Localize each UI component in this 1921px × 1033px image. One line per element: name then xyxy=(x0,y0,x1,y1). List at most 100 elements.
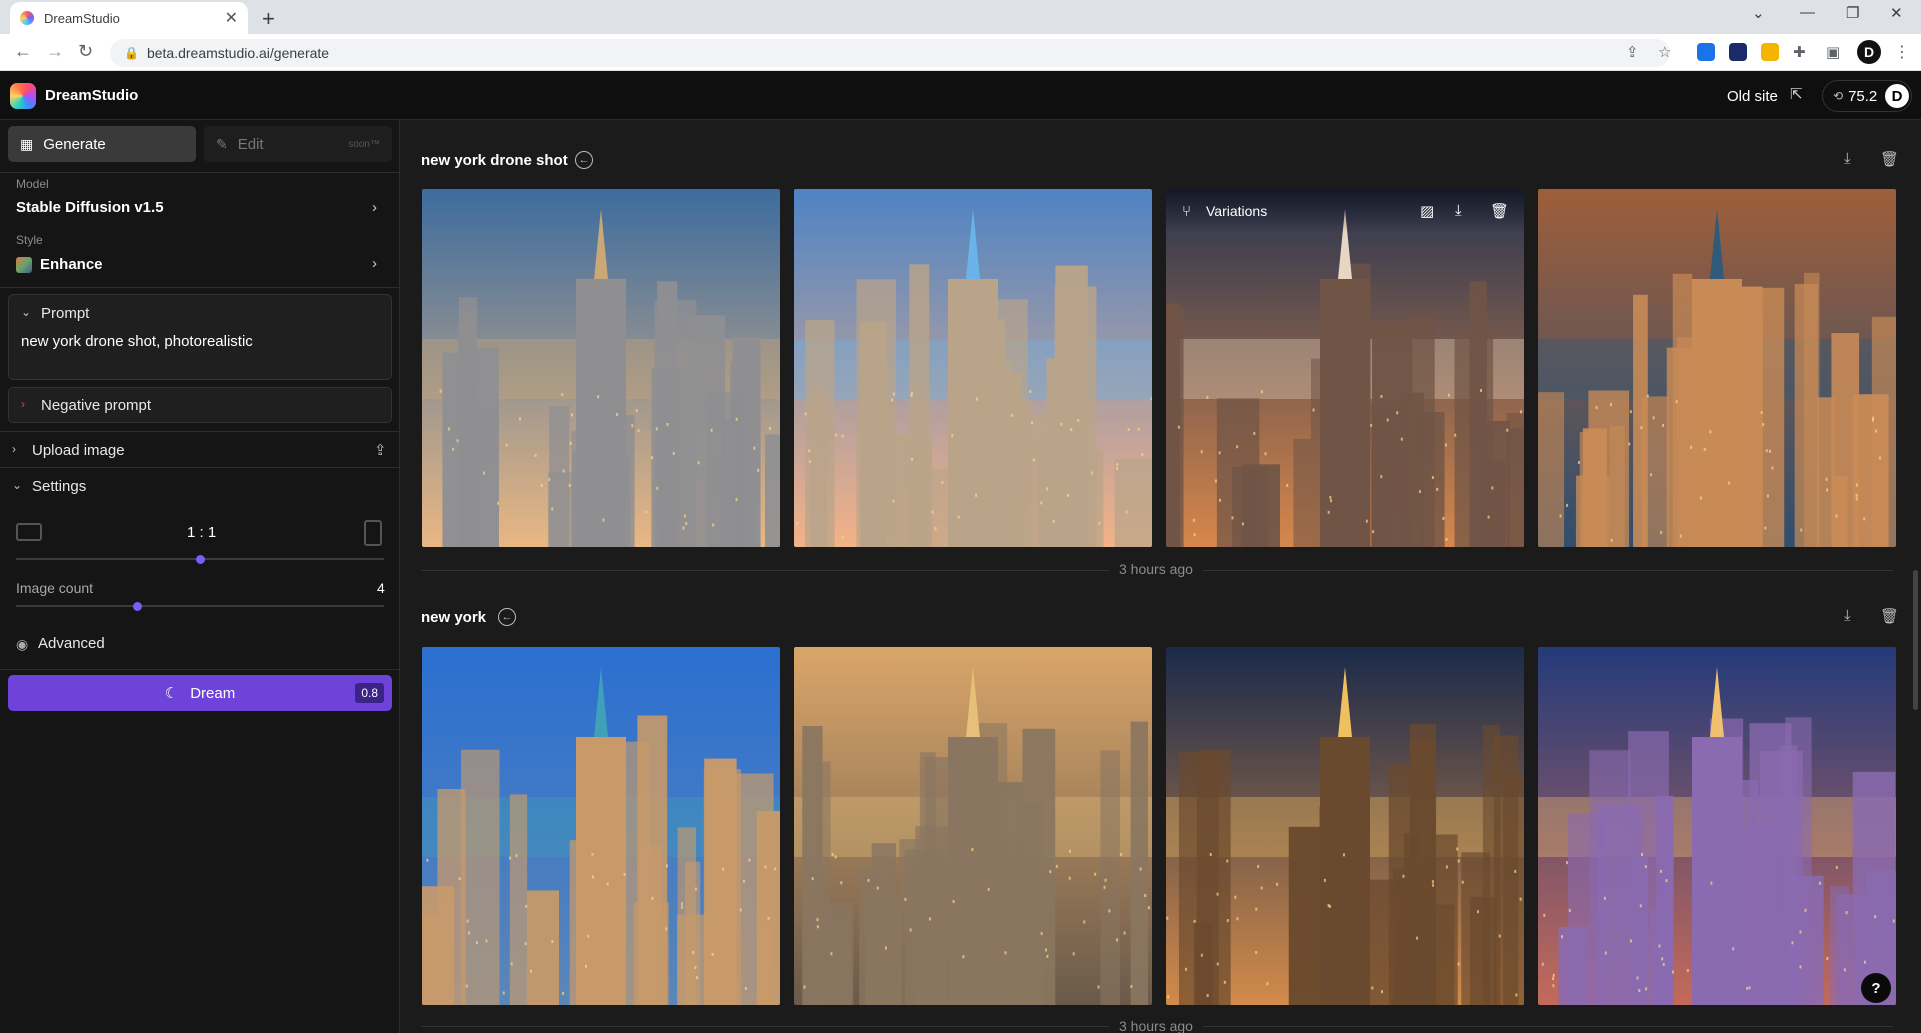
upload-image-toggle[interactable]: Upload image xyxy=(32,442,125,459)
extensions-puzzle-icon[interactable]: ✚ xyxy=(1793,43,1806,61)
tab-generate[interactable]: ▦ Generate xyxy=(8,126,196,162)
city-image-art xyxy=(794,647,1152,1005)
credits-icon: ⟲ xyxy=(1833,89,1844,103)
landscape-ratio-icon[interactable] xyxy=(16,523,42,541)
address-bar-row: ← → ↻ 🔒 beta.dreamstudio.ai/generate ⇪ ☆… xyxy=(0,34,1921,71)
extension-shield-icon[interactable] xyxy=(1729,43,1747,61)
chevron-right-icon[interactable]: › xyxy=(12,442,16,456)
side-panel-icon[interactable]: ▣ xyxy=(1826,43,1840,61)
chevron-down-icon[interactable]: ⌄ xyxy=(21,305,31,319)
prompt-input[interactable]: new york drone shot, photorealistic xyxy=(21,333,253,350)
share-icon[interactable]: ⇪ xyxy=(1626,43,1639,61)
generated-image[interactable] xyxy=(422,189,780,547)
new-tab-button[interactable]: + xyxy=(262,6,275,32)
style-thumbnail xyxy=(16,257,32,273)
chevron-down-icon[interactable]: ⌄ xyxy=(12,478,22,492)
generated-image[interactable] xyxy=(1166,647,1524,1005)
reload-icon[interactable]: ↻ xyxy=(78,41,93,62)
browser-menu-icon[interactable]: ⋮ xyxy=(1894,42,1910,62)
old-site-link[interactable]: Old site xyxy=(1727,88,1778,105)
help-button[interactable]: ? xyxy=(1861,973,1891,1003)
reuse-prompt-icon[interactable]: ← xyxy=(498,608,516,626)
reuse-prompt-icon[interactable]: ← xyxy=(575,151,593,169)
browser-tab[interactable]: DreamStudio ✕ xyxy=(10,2,248,34)
external-link-icon[interactable]: ⇱ xyxy=(1790,85,1803,103)
lock-icon[interactable]: 🔒 xyxy=(124,46,139,60)
prompt-title: Prompt xyxy=(41,305,90,322)
credits-badge[interactable]: ⟲ 75.2 D xyxy=(1822,80,1912,112)
dream-button[interactable]: ☾ Dream 0.8 xyxy=(8,675,392,711)
download-group-icon[interactable]: ⤓ xyxy=(1844,607,1851,624)
use-as-init-image-icon[interactable]: ▨ xyxy=(1420,202,1434,220)
back-icon[interactable]: ← xyxy=(14,41,32,62)
city-image-art xyxy=(1166,647,1524,1005)
extension-v-icon[interactable] xyxy=(1697,43,1715,61)
browser-profile-avatar[interactable]: D xyxy=(1857,40,1881,64)
bookmark-star-icon[interactable]: ☆ xyxy=(1658,43,1671,61)
chevron-right-icon[interactable]: › xyxy=(372,255,377,272)
image-count-slider-handle[interactable] xyxy=(132,601,142,611)
variations-icon[interactable]: ⑂ xyxy=(1182,203,1191,220)
generated-image[interactable] xyxy=(422,647,780,1005)
variations-button[interactable]: Variations xyxy=(1206,203,1267,219)
portrait-ratio-icon[interactable] xyxy=(364,520,382,546)
upload-icon[interactable]: ⇪ xyxy=(374,441,387,459)
generated-image[interactable] xyxy=(794,189,1152,547)
city-image-art xyxy=(1538,647,1896,1005)
group-title: new york drone shot xyxy=(421,152,568,169)
generated-image[interactable]: ⑂ Variations ▨ ⤓ 🗑 xyxy=(1166,189,1524,547)
generated-image[interactable] xyxy=(1538,647,1896,1005)
delete-group-icon[interactable]: 🗑 xyxy=(1880,607,1899,625)
aspect-ratio-slider[interactable] xyxy=(16,554,384,564)
generated-image[interactable] xyxy=(1538,189,1896,547)
user-avatar[interactable]: D xyxy=(1885,84,1909,108)
sidebar: ▦ Generate ✎ Edit soon™ Model Stable Dif… xyxy=(0,120,400,1033)
divider xyxy=(0,287,400,288)
restore-icon[interactable]: ❐ xyxy=(1846,4,1859,22)
tab-search-icon[interactable]: ⌄ xyxy=(1752,4,1765,22)
gallery-scrollbar[interactable] xyxy=(1913,570,1918,710)
image-count-slider[interactable] xyxy=(16,601,384,611)
tab-edit[interactable]: ✎ Edit soon™ xyxy=(204,126,392,162)
divider xyxy=(0,669,400,670)
dreamstudio-favicon-icon xyxy=(20,11,34,25)
negative-prompt-panel[interactable]: › Negative prompt xyxy=(8,387,392,423)
style-select[interactable]: Enhance xyxy=(40,256,103,273)
tab-generate-label: Generate xyxy=(43,135,106,153)
chevron-right-icon[interactable]: › xyxy=(21,397,25,411)
style-label: Style xyxy=(16,233,43,247)
forward-icon[interactable]: → xyxy=(46,41,64,62)
download-group-icon[interactable]: ⤓ xyxy=(1844,150,1851,167)
chevron-right-icon[interactable]: › xyxy=(372,199,377,216)
dreamstudio-logo-icon[interactable] xyxy=(10,83,36,109)
dream-cost-badge: 0.8 xyxy=(355,683,384,703)
minimize-icon[interactable]: — xyxy=(1800,4,1815,21)
download-image-icon[interactable]: ⤓ xyxy=(1455,202,1462,219)
tab-edit-label: Edit xyxy=(237,135,264,153)
gallery: new york drone shot ← ⤓ 🗑 ⑂ Variations ▨… xyxy=(401,120,1921,1033)
divider xyxy=(0,467,400,468)
prompt-panel[interactable]: ⌄ Prompt new york drone shot, photoreali… xyxy=(8,294,392,380)
url-text[interactable]: beta.dreamstudio.ai/generate xyxy=(147,45,329,61)
extension-yellow-icon[interactable] xyxy=(1761,43,1779,61)
image-count-value: 4 xyxy=(377,580,385,596)
divider xyxy=(0,431,400,432)
settings-toggle[interactable]: Settings xyxy=(32,478,86,495)
aspect-ratio-slider-handle[interactable] xyxy=(195,554,205,564)
tab-title: DreamStudio xyxy=(44,10,120,26)
model-label: Model xyxy=(16,177,49,191)
app-name[interactable]: DreamStudio xyxy=(45,87,138,104)
generated-image[interactable] xyxy=(794,647,1152,1005)
advanced-toggle[interactable]: Advanced xyxy=(38,635,105,652)
model-select[interactable]: Stable Diffusion v1.5 xyxy=(16,199,164,216)
app-header: DreamStudio Old site ⇱ ⟲ 75.2 D xyxy=(0,71,1921,120)
negative-prompt-label: Negative prompt xyxy=(41,397,152,414)
close-tab-icon[interactable]: ✕ xyxy=(225,8,238,28)
soon-badge: soon™ xyxy=(348,138,380,150)
group-timestamp: 3 hours ago xyxy=(1109,561,1203,577)
address-bar[interactable]: 🔒 beta.dreamstudio.ai/generate xyxy=(110,39,1670,67)
close-window-icon[interactable]: ✕ xyxy=(1890,4,1903,22)
delete-image-icon[interactable]: 🗑 xyxy=(1490,202,1509,220)
group-timestamp: 3 hours ago xyxy=(1109,1018,1203,1033)
delete-group-icon[interactable]: 🗑 xyxy=(1880,150,1899,168)
